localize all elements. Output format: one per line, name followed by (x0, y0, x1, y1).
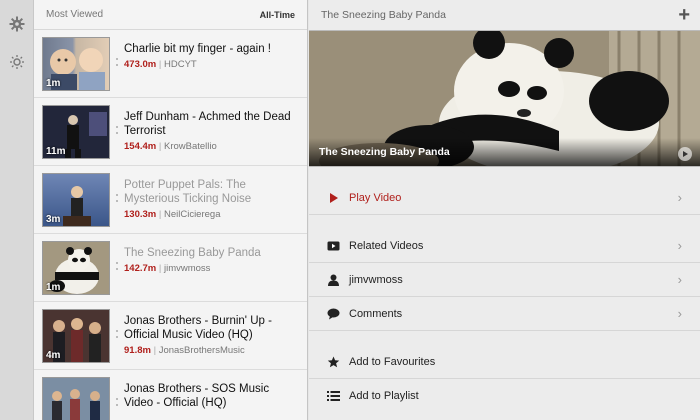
channel-name: KrowBatellio (163, 141, 217, 152)
plus-icon[interactable]: + (678, 5, 690, 25)
video-row-potter-puppet[interactable]: 3m Potter Puppet Pals: The Mysterious Ti… (34, 166, 307, 234)
video-title: Potter Puppet Pals: The Mysterious Ticki… (124, 179, 252, 205)
video-thumbnail: 11m (42, 105, 110, 159)
video-info: Potter Puppet Pals: The Mysterious Ticki… (124, 178, 299, 220)
brightness-icon[interactable] (9, 54, 25, 70)
view-count: 473.0m (124, 59, 157, 70)
video-meta: 130.3m | NeilCicierega (124, 209, 221, 220)
video-row-jonas-burnin-up[interactable]: 4m Jonas Brothers - Burnin' Up - Officia… (34, 302, 307, 370)
gear-icon[interactable] (9, 16, 25, 32)
duration-label: 1m (46, 282, 61, 293)
list-title: Most Viewed (46, 9, 104, 20)
video-thumbnail: 1m (42, 241, 110, 295)
video-thumbnail: 3m (42, 173, 110, 227)
video-row-sneezing-panda[interactable]: 1m The Sneezing Baby Panda 142.7m | jimv… (34, 234, 307, 302)
play-overlay-icon[interactable] (678, 147, 692, 161)
video-list-panel: Most Viewed All-Time 1m Charlie bit my f… (34, 0, 308, 420)
band-thumbnail-art (43, 378, 109, 420)
duration-label: 11m (46, 146, 66, 157)
video-caption: The Sneezing Baby Panda (309, 138, 700, 166)
video-player[interactable]: The Sneezing Baby Panda (309, 30, 700, 167)
user-label: jimvwmoss (349, 273, 403, 286)
video-row-jonas-sos[interactable]: Jonas Brothers - SOS Music Video - Offic… (34, 370, 307, 420)
video-meta: 142.7m | jimvwmoss (124, 263, 211, 274)
related-videos-label: Related Videos (349, 239, 424, 252)
video-info: The Sneezing Baby Panda 142.7m | jimvwmo… (124, 246, 299, 274)
drag-handle-icon (116, 330, 119, 340)
channel-name: HDCYT (163, 59, 197, 70)
chevron-right-icon: › (677, 306, 682, 321)
video-meta: 473.0m | HDCYT (124, 59, 197, 70)
video-thumbnail: 4m (42, 309, 110, 363)
video-info: Charlie bit my finger - again ! 473.0m |… (124, 42, 299, 70)
duration-label: 4m (46, 350, 61, 361)
drag-handle-icon (116, 126, 119, 136)
detail-header: The Sneezing Baby Panda + (309, 0, 700, 30)
chevron-right-icon: › (677, 272, 682, 287)
video-title: Jonas Brothers - Burnin' Up - Official M… (124, 315, 272, 341)
comments-item[interactable]: Comments › (309, 297, 700, 331)
drag-handle-icon (116, 262, 119, 272)
caption-title: The Sneezing Baby Panda (319, 146, 450, 158)
menu-spacer (309, 331, 700, 345)
add-to-playlist-label: Add to Playlist (349, 390, 419, 402)
play-icon (330, 193, 338, 203)
comment-icon (327, 308, 340, 320)
chevron-right-icon: › (677, 238, 682, 253)
menu-spacer (309, 215, 700, 229)
video-title: Jonas Brothers - SOS Music Video - Offic… (124, 383, 270, 409)
video-detail-panel: The Sneezing Baby Panda + The Sneezing B… (309, 0, 700, 420)
play-video-label: Play Video (349, 191, 402, 204)
channel-name: NeilCicierega (163, 209, 221, 220)
comments-label: Comments (349, 307, 403, 320)
play-video-item[interactable]: Play Video › (309, 181, 700, 215)
view-count: 91.8m (124, 345, 151, 356)
drag-handle-icon (116, 58, 119, 68)
video-title: Jeff Dunham - Achmed the Dead Terrorist (124, 111, 291, 137)
related-videos-item[interactable]: Related Videos › (309, 229, 700, 263)
time-filter-button[interactable]: All-Time (260, 10, 295, 20)
add-to-playlist-item[interactable]: Add to Playlist (309, 379, 700, 413)
action-menu: Play Video › Related Videos › jimvwmoss … (309, 167, 700, 413)
video-thumbnail (42, 377, 110, 420)
channel-name: JonasBrothersMusic (158, 345, 245, 356)
video-meta: 91.8m | JonasBrothersMusic (124, 345, 245, 356)
video-meta: 154.4m | KrowBatellio (124, 141, 217, 152)
video-thumbnail: 1m (42, 37, 110, 91)
video-row-jeff-dunham[interactable]: 11m Jeff Dunham - Achmed the Dead Terror… (34, 98, 307, 166)
user-icon (328, 274, 339, 286)
video-row-charlie[interactable]: 1m Charlie bit my finger - again ! 473.0… (34, 30, 307, 98)
video-info: Jeff Dunham - Achmed the Dead Terrorist … (124, 110, 299, 152)
video-info: Jonas Brothers - Burnin' Up - Official M… (124, 314, 299, 356)
channel-name: jimvwmoss (163, 263, 211, 274)
duration-label: 3m (46, 214, 61, 225)
playlist-icon (327, 391, 340, 401)
detail-title: The Sneezing Baby Panda (321, 9, 446, 21)
user-item[interactable]: jimvwmoss › (309, 263, 700, 297)
video-info: Jonas Brothers - SOS Music Video - Offic… (124, 382, 299, 410)
star-icon (327, 356, 340, 368)
video-icon (327, 241, 340, 251)
add-to-favourites-item[interactable]: Add to Favourites (309, 345, 700, 379)
video-title: Charlie bit my finger - again ! (124, 43, 272, 55)
chevron-right-icon: › (677, 190, 682, 205)
icon-rail (0, 0, 34, 420)
duration-label: 1m (46, 78, 61, 89)
drag-handle-icon (116, 398, 119, 408)
add-to-favourites-label: Add to Favourites (349, 355, 436, 368)
view-count: 154.4m (124, 141, 157, 152)
video-title: The Sneezing Baby Panda (124, 247, 261, 259)
view-count: 142.7m (124, 263, 157, 274)
drag-handle-icon (116, 194, 119, 204)
list-header: Most Viewed All-Time (34, 0, 307, 30)
view-count: 130.3m (124, 209, 157, 220)
